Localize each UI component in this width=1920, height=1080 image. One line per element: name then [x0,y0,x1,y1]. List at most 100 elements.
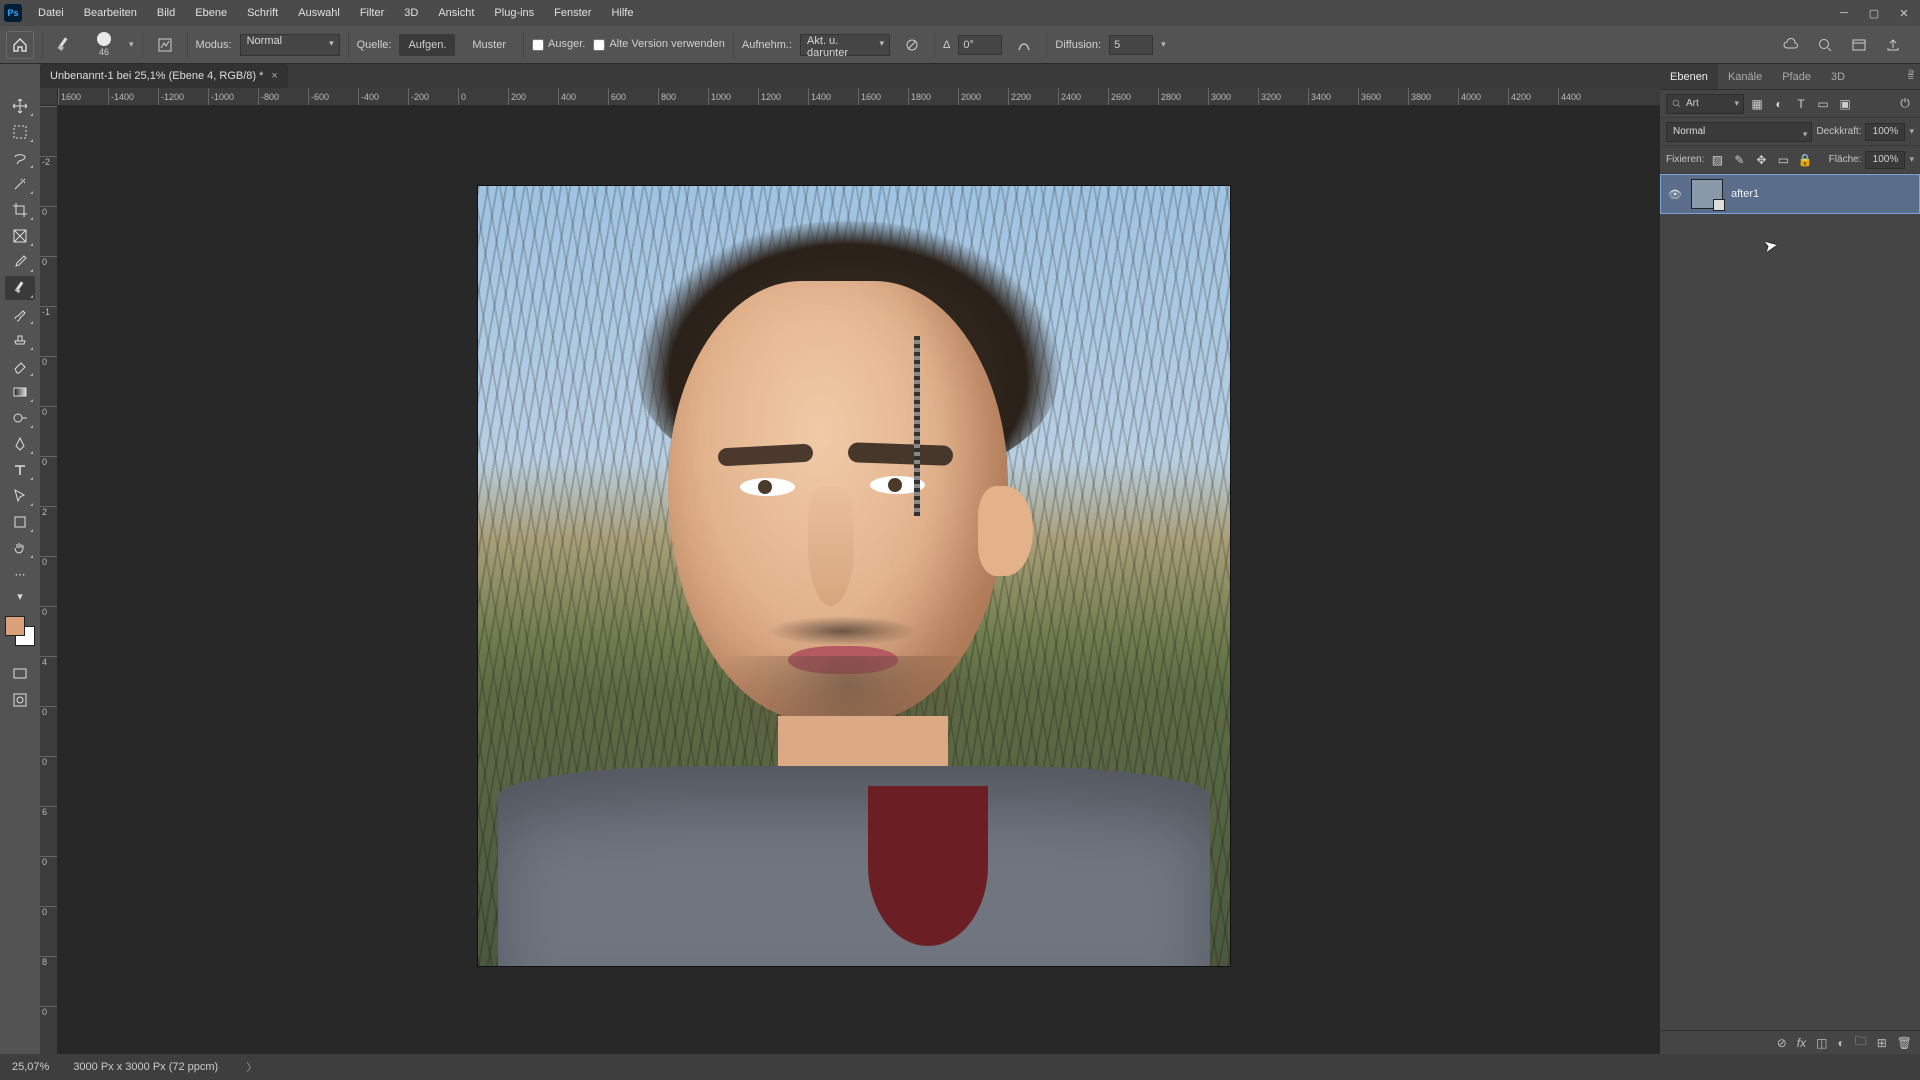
filter-toggle-icon[interactable]: ⏻ [1896,95,1914,113]
shape-tool[interactable] [5,510,35,534]
chevron-down-icon[interactable]: ▾ [129,39,134,50]
lock-pixels-icon[interactable]: ✎ [1730,151,1748,169]
layer-list[interactable]: 👁 after1 [1660,174,1920,1030]
layer-blend-mode-select[interactable]: Normal [1666,122,1812,142]
new-adjustment-icon[interactable]: ◐ [1837,1036,1844,1050]
toggle-brush-panel-icon[interactable] [151,31,179,59]
ruler-horizontal[interactable]: 1600-1400-1200-1000-800-600-400-20002004… [58,88,1660,106]
lock-position-icon[interactable]: ✥ [1752,151,1770,169]
chevron-down-icon[interactable]: ▾ [1161,39,1166,50]
menu-select[interactable]: Auswahl [288,0,350,26]
pen-tool[interactable] [5,432,35,456]
brush-preset-picker[interactable]: 46 [87,30,121,60]
tab-3d[interactable]: 3D [1821,64,1855,89]
menu-window[interactable]: Fenster [544,0,601,26]
ruler-vertical[interactable]: -200-10002004006008001000 [40,106,58,1054]
tab-layers[interactable]: Ebenen [1660,64,1718,89]
move-tool[interactable] [5,94,35,118]
blend-mode-select[interactable]: Normal [240,34,340,56]
document-info[interactable]: 3000 Px x 3000 Px (72 ppcm) [73,1061,218,1073]
eyedropper-tool[interactable] [5,250,35,274]
type-tool[interactable] [5,458,35,482]
layer-row[interactable]: 👁 after1 [1660,174,1920,214]
layer-filter-search[interactable]: Art ▾ [1666,94,1744,114]
lock-transparency-icon[interactable]: ▨ [1708,151,1726,169]
filter-shape-icon[interactable]: ▭ [1814,95,1832,113]
crop-tool[interactable] [5,198,35,222]
tab-channels[interactable]: Kanäle [1718,64,1772,89]
arrange-documents-icon[interactable] [1848,34,1870,56]
canvas-viewport[interactable] [58,106,1660,1054]
edit-toolbar-icon[interactable]: ▾ [5,588,35,604]
delete-layer-icon[interactable]: 🗑 [1897,1036,1912,1050]
lock-all-icon[interactable]: 🔒 [1796,151,1814,169]
ignore-adjustment-icon[interactable] [898,31,926,59]
filter-smart-icon[interactable]: ▣ [1836,95,1854,113]
search-icon[interactable] [1814,34,1836,56]
brush-tool[interactable] [5,302,35,326]
menu-view[interactable]: Ansicht [428,0,484,26]
link-layers-icon[interactable]: ⊘ [1777,1036,1787,1050]
status-menu-icon[interactable]: 〉 [246,1059,257,1075]
hand-tool[interactable] [5,536,35,560]
sample-select[interactable]: Akt. u. darunter [800,34,890,56]
share-icon[interactable] [1882,34,1904,56]
add-mask-icon[interactable]: ◫ [1816,1036,1827,1050]
current-tool-icon[interactable] [51,31,79,59]
angle-value[interactable]: 0° [958,35,1002,55]
source-sampled-button[interactable]: Aufgen. [399,34,455,56]
eraser-tool[interactable] [5,354,35,378]
color-swatches[interactable] [5,616,35,646]
dodge-tool[interactable] [5,406,35,430]
menu-filter[interactable]: Filter [350,0,394,26]
pressure-angle-icon[interactable] [1010,31,1038,59]
frame-tool[interactable] [5,224,35,248]
diffusion-value[interactable]: 5 [1109,35,1153,55]
window-close-icon[interactable]: ✕ [1892,4,1916,22]
menu-edit[interactable]: Bearbeiten [74,0,147,26]
foreground-color-swatch[interactable] [5,616,25,636]
tab-paths[interactable]: Pfade [1772,64,1821,89]
screen-mode-icon[interactable] [5,662,35,686]
window-maximize-icon[interactable]: ▢ [1862,4,1886,22]
home-button[interactable] [6,31,34,59]
cloud-docs-icon[interactable] [1780,34,1802,56]
layer-fx-icon[interactable]: fx [1797,1036,1806,1050]
marquee-tool[interactable] [5,120,35,144]
close-tab-icon[interactable]: × [271,70,277,82]
menu-help[interactable]: Hilfe [601,0,643,26]
window-minimize-icon[interactable]: ─ [1832,4,1856,22]
lasso-tool[interactable] [5,146,35,170]
clone-stamp-tool[interactable] [5,328,35,352]
more-tools[interactable]: ⋯ [5,562,35,586]
opacity-value[interactable]: 100% [1865,123,1905,141]
new-group-icon[interactable]: 🗀 [1855,1032,1867,1053]
healing-brush-tool[interactable] [5,276,35,300]
gradient-tool[interactable] [5,380,35,404]
layer-thumbnail[interactable] [1691,179,1723,209]
path-selection-tool[interactable] [5,484,35,508]
lock-artboard-icon[interactable]: ▭ [1774,151,1792,169]
magic-wand-tool[interactable] [5,172,35,196]
menu-plugins[interactable]: Plug-ins [484,0,544,26]
menu-type[interactable]: Schrift [237,0,288,26]
document-tab[interactable]: Unbenannt-1 bei 25,1% (Ebene 4, RGB/8) *… [40,64,288,88]
legacy-checkbox[interactable]: Alte Version verwenden [593,38,725,50]
aligned-checkbox[interactable]: Ausger. [532,38,585,50]
source-pattern-button[interactable]: Muster [463,34,515,56]
new-layer-icon[interactable]: ⊞ [1877,1036,1887,1050]
quick-mask-icon[interactable] [5,688,35,712]
zoom-level[interactable]: 25,07% [12,1061,49,1073]
filter-pixel-icon[interactable]: ▦ [1748,95,1766,113]
menu-3d[interactable]: 3D [394,0,428,26]
menu-image[interactable]: Bild [147,0,185,26]
layer-visibility-icon[interactable]: 👁 [1667,188,1683,201]
panel-collapse-icon[interactable]: » [1904,66,1918,80]
menu-layer[interactable]: Ebene [185,0,237,26]
filter-type-icon[interactable]: T [1792,95,1810,113]
canvas-image[interactable] [478,186,1230,966]
menu-file[interactable]: Datei [28,0,74,26]
fill-value[interactable]: 100% [1865,151,1905,169]
ruler-origin[interactable] [40,88,58,106]
filter-adjust-icon[interactable]: ◐ [1770,95,1788,113]
